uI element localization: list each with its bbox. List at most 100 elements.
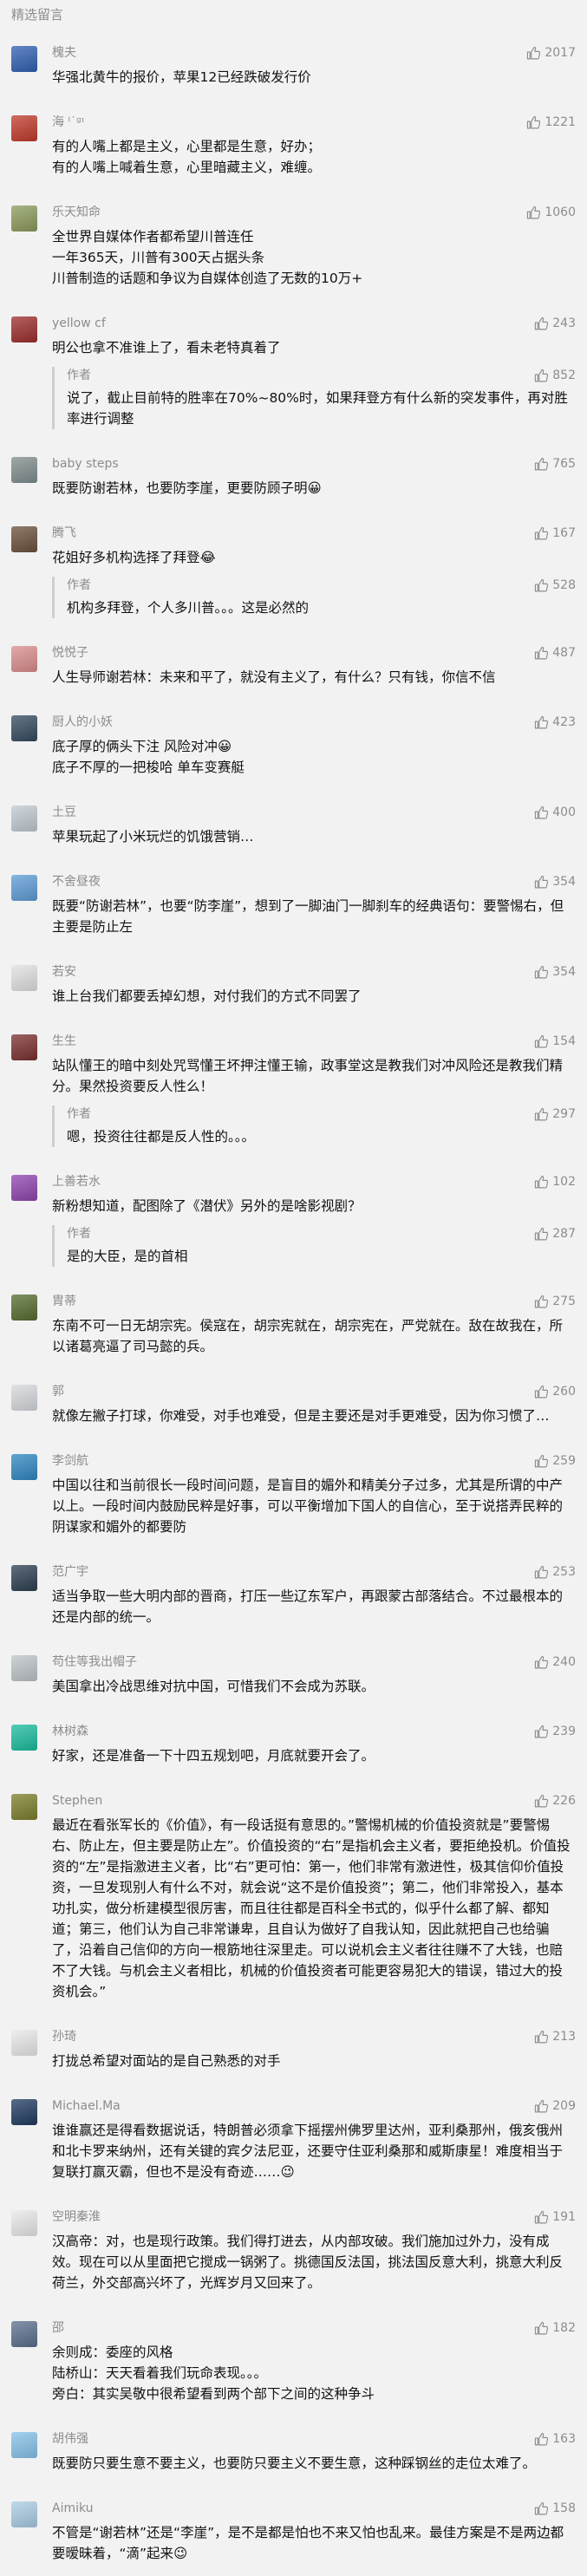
like-button[interactable]: 226 (534, 1792, 576, 1810)
like-count: 275 (552, 1295, 576, 1308)
avatar[interactable] (11, 1565, 37, 1591)
avatar[interactable] (11, 1034, 37, 1060)
avatar[interactable] (11, 2210, 37, 2236)
avatar[interactable] (11, 2432, 37, 2458)
comment-text: 谁上台我们都要丢掉幻想，对付我们的方式不同罢了 (52, 988, 362, 1004)
reply-author: 作者 (67, 578, 91, 592)
avatar[interactable] (11, 2321, 37, 2347)
comment-author: 槐夫 (52, 46, 76, 60)
like-button[interactable]: 191 (534, 2208, 576, 2226)
like-button[interactable]: 260 (534, 1383, 576, 1400)
like-button[interactable]: 259 (534, 1452, 576, 1470)
avatar[interactable] (11, 115, 37, 141)
like-button[interactable]: 487 (534, 644, 576, 662)
like-count: 239 (552, 1725, 576, 1738)
like-button[interactable]: 243 (534, 315, 576, 332)
avatar[interactable] (11, 526, 37, 552)
thumb-up-icon (535, 368, 549, 382)
comment-item: 腾飞 167 花姐好多机构选择了拜登😂 作者 528 机构多拜登，个人多川普。。… (0, 511, 587, 630)
like-count: 213 (552, 2030, 576, 2044)
thumb-up-icon (535, 457, 549, 470)
comment-author: 胄蒂 (52, 1295, 76, 1308)
comment-text: 花姐好多机构选择了拜登😂 (52, 550, 216, 565)
reply-text: 说了，截止目前特的胜率在70%~80%时，如果拜登方有什么新的突发事件，再对胜率… (67, 390, 568, 427)
comment-item: 苟住等我出帽子 240 美国拿出冷战思维对抗中国，可惜我们不会成为苏联。 (0, 1640, 587, 1709)
photo-avatar-icon (11, 1794, 37, 1820)
reply-like-button[interactable]: 852 (534, 367, 576, 384)
avatar[interactable] (11, 205, 37, 232)
like-button[interactable]: 354 (534, 963, 576, 981)
like-button[interactable]: 1060 (526, 204, 576, 221)
flower-avatar-icon (11, 1175, 37, 1201)
reply-like-button[interactable]: 528 (534, 577, 576, 594)
avatar[interactable] (11, 2501, 37, 2527)
like-button[interactable]: 209 (534, 2097, 576, 2115)
like-count: 226 (552, 1794, 576, 1808)
like-button[interactable]: 354 (534, 873, 576, 890)
thumb-up-icon (535, 1107, 549, 1120)
comment-author: 孙琦 (52, 2030, 76, 2044)
like-button[interactable]: 253 (534, 1563, 576, 1581)
like-button[interactable]: 102 (534, 1173, 576, 1190)
avatar[interactable] (11, 46, 37, 72)
like-count: 260 (552, 1385, 576, 1399)
avatar[interactable] (11, 875, 37, 901)
like-button[interactable]: 158 (534, 2500, 576, 2517)
avatar[interactable] (11, 1655, 37, 1681)
avatar[interactable] (11, 715, 37, 741)
like-button[interactable]: 2017 (526, 44, 576, 62)
avatar[interactable] (11, 965, 37, 991)
like-count: 209 (552, 2099, 576, 2113)
avatar[interactable] (11, 457, 37, 483)
reply-like-count: 287 (552, 1227, 576, 1241)
like-button[interactable]: 423 (534, 714, 576, 731)
comment-text: 站队懂王的暗中刻处咒骂懂王坏押注懂王输，政事堂这是教我们对冲风险还是教我们精分。… (52, 1058, 564, 1094)
reply-like-button[interactable]: 287 (534, 1225, 576, 1242)
like-button[interactable]: 239 (534, 1723, 576, 1740)
comment-item: 邵 182 余则成：委座的风格 陆桥山：天天看着我们玩命表现。。。 旁白：其实吴… (0, 2305, 587, 2416)
like-count: 163 (552, 2432, 576, 2446)
like-count: 487 (552, 646, 576, 660)
avatar[interactable] (11, 1175, 37, 1201)
thumb-up-icon (535, 715, 549, 728)
comment-author: 乐天知命 (52, 205, 101, 219)
comment-author: 海 ᴵ˙ᵍᶦ (52, 115, 85, 129)
author-reply: 作者 852 说了，截止目前特的胜率在70%~80%时，如果拜登方有什么新的突发… (52, 367, 576, 429)
like-button[interactable]: 154 (534, 1033, 576, 1050)
reply-like-button[interactable]: 297 (534, 1105, 576, 1123)
like-button[interactable]: 765 (534, 455, 576, 473)
avatar[interactable] (11, 2099, 37, 2125)
like-button[interactable]: 163 (534, 2430, 576, 2448)
like-button[interactable]: 213 (534, 2028, 576, 2045)
like-count: 182 (552, 2321, 576, 2335)
like-button[interactable]: 167 (534, 525, 576, 542)
comment-item: 李剑航 259 中国以往和当前很长一段时间问题，是盲目的媚外和精美分子过多，尤其… (0, 1438, 587, 1549)
default-avatar-icon (11, 2210, 37, 2236)
reply-text: 机构多拜登，个人多川普。。。这是必然的 (67, 600, 310, 616)
avatar[interactable] (11, 316, 37, 342)
thumb-up-icon (535, 1655, 549, 1668)
avatar[interactable] (11, 646, 37, 672)
avatar[interactable] (11, 2030, 37, 2056)
like-button[interactable]: 1221 (526, 114, 576, 131)
avatar[interactable] (11, 1454, 37, 1480)
reply-author: 作者 (67, 1227, 91, 1241)
thumb-up-icon (527, 46, 541, 59)
avatar[interactable] (11, 805, 37, 831)
comment-author: 林树森 (52, 1725, 88, 1738)
comment-author: 苟住等我出帽子 (52, 1655, 137, 1669)
thumb-up-icon (535, 965, 549, 978)
like-count: 2017 (545, 46, 576, 60)
like-button[interactable]: 240 (534, 1653, 576, 1671)
avatar[interactable] (11, 1385, 37, 1411)
like-button[interactable]: 182 (534, 2319, 576, 2337)
like-button[interactable]: 275 (534, 1293, 576, 1310)
comment-item: 林树森 239 好家，还是准备一下十四五规划吧，月底就要开会了。 (0, 1709, 587, 1778)
reply-like-count: 852 (552, 368, 576, 382)
avatar[interactable] (11, 1794, 37, 1820)
avatar[interactable] (11, 1725, 37, 1751)
like-count: 259 (552, 1454, 576, 1468)
like-button[interactable]: 400 (534, 804, 576, 821)
avatar[interactable] (11, 1295, 37, 1321)
thumb-up-icon (535, 526, 549, 539)
